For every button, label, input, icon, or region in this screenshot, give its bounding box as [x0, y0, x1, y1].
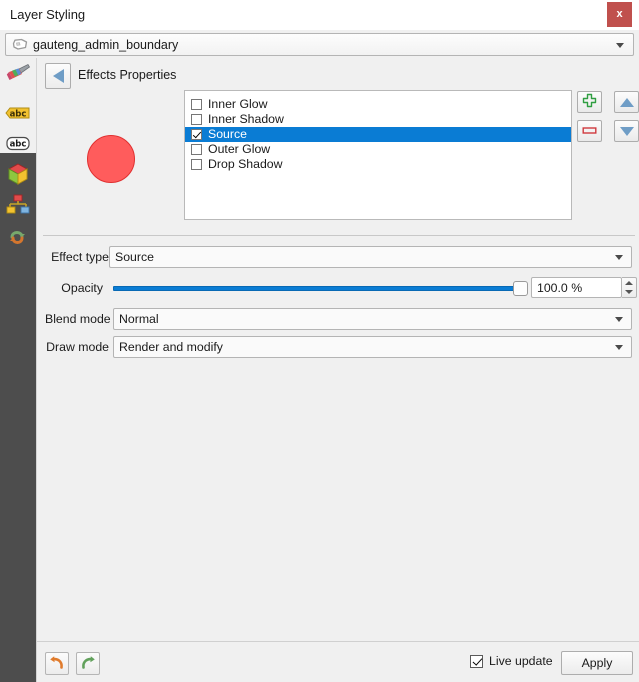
effect-checkbox[interactable] [191, 99, 202, 110]
effects-properties-panel: Effects Properties Inner Glow Inner Shad… [36, 58, 639, 682]
chevron-down-icon [615, 317, 623, 322]
effect-checkbox[interactable] [191, 159, 202, 170]
list-item[interactable]: Outer Glow [185, 142, 571, 157]
svg-text:abc: abc [10, 109, 27, 119]
list-item-selected[interactable]: Source [185, 127, 571, 142]
opacity-spinbox[interactable]: 100.0 % [531, 277, 622, 298]
effect-label: Inner Shadow [208, 112, 284, 127]
sidebar-item-3d-view[interactable] [0, 159, 36, 191]
stepper-down-icon[interactable] [625, 290, 633, 295]
redo-button[interactable] [76, 652, 100, 675]
redo-arrow-icon [80, 655, 96, 673]
effect-checkbox[interactable] [191, 114, 202, 125]
blend-mode-label: Blend mode [45, 312, 111, 326]
live-update-label: Live update [489, 654, 553, 668]
list-item[interactable]: Inner Shadow [185, 112, 571, 127]
opacity-slider-handle[interactable] [513, 281, 528, 296]
title-bar: Layer Styling x [0, 0, 639, 30]
list-item[interactable]: Drop Shadow [185, 157, 571, 172]
chevron-down-icon [615, 255, 623, 260]
effect-checkbox[interactable] [191, 129, 202, 140]
page-title: Effects Properties [78, 68, 177, 82]
effect-type-value: Source [115, 250, 154, 264]
draw-mode-label: Draw mode [46, 340, 109, 354]
effect-label: Drop Shadow [208, 157, 283, 172]
move-up-button[interactable] [614, 91, 639, 113]
polygon-layer-icon [12, 38, 28, 52]
label-abc-yellow-icon: abc [5, 105, 31, 124]
layer-styling-window: Layer Styling x gauteng_admin_boundary a… [0, 0, 639, 682]
back-arrow-icon [52, 69, 64, 83]
effect-type-label: Effect type [51, 250, 109, 264]
chevron-down-icon [616, 43, 624, 48]
sidebar-item-history[interactable] [0, 222, 36, 254]
sidebar-item-diagrams[interactable] [0, 190, 36, 222]
triangle-up-icon [619, 97, 634, 107]
move-down-button[interactable] [614, 120, 639, 142]
undo-button[interactable] [45, 652, 69, 675]
effect-type-combo[interactable]: Source [109, 246, 632, 268]
sidebar-item-symbology[interactable] [0, 60, 36, 92]
divider [43, 235, 635, 236]
minus-red-icon [582, 124, 597, 138]
stepper-up-icon[interactable] [625, 280, 633, 285]
window-title: Layer Styling [10, 7, 86, 22]
effects-list[interactable]: Inner Glow Inner Shadow Source Outer Glo… [184, 90, 572, 220]
footer-divider [37, 641, 639, 642]
chevron-down-icon [615, 345, 623, 350]
effect-label: Outer Glow [208, 142, 271, 157]
opacity-value: 100.0 % [537, 280, 583, 295]
sidebar-rail: abc abc [0, 58, 36, 682]
checkbox-box[interactable] [470, 654, 483, 668]
undo-arrow-icon [49, 655, 65, 673]
live-update-checkbox[interactable]: Live update [470, 654, 553, 668]
sidebar-item-masks[interactable]: abc [0, 129, 36, 161]
triangle-down-icon [619, 126, 634, 136]
layer-selector-combo[interactable]: gauteng_admin_boundary [5, 33, 634, 56]
close-button[interactable]: x [607, 2, 632, 27]
draw-mode-value: Render and modify [119, 340, 223, 354]
apply-button[interactable]: Apply [561, 651, 633, 675]
abc-mask-icon: abc [5, 135, 31, 155]
draw-mode-combo[interactable]: Render and modify [113, 336, 632, 358]
layer-name-label: gauteng_admin_boundary [33, 37, 179, 52]
effect-label: Inner Glow [208, 97, 268, 112]
effect-preview [87, 135, 135, 183]
effect-checkbox[interactable] [191, 144, 202, 155]
svg-text:abc: abc [10, 140, 27, 150]
paintbrush-symbology-icon [5, 63, 31, 90]
remove-effect-button[interactable] [577, 120, 602, 142]
back-button[interactable] [45, 63, 71, 89]
add-effect-button[interactable] [577, 91, 602, 113]
effect-label: Source [208, 127, 247, 142]
opacity-label: Opacity [61, 281, 103, 295]
3d-cube-icon [6, 162, 30, 189]
opacity-slider[interactable] [113, 278, 528, 298]
undo-redo-history-icon [6, 226, 30, 251]
sidebar-item-labels[interactable]: abc [0, 98, 36, 130]
blend-mode-combo[interactable]: Normal [113, 308, 632, 330]
opacity-stepper[interactable] [622, 277, 637, 298]
close-icon: x [616, 8, 623, 20]
list-item[interactable]: Inner Glow [185, 97, 571, 112]
plus-green-icon [582, 93, 597, 111]
diagram-icon [6, 194, 30, 219]
opacity-slider-groove [113, 286, 528, 291]
blend-mode-value: Normal [119, 312, 159, 326]
